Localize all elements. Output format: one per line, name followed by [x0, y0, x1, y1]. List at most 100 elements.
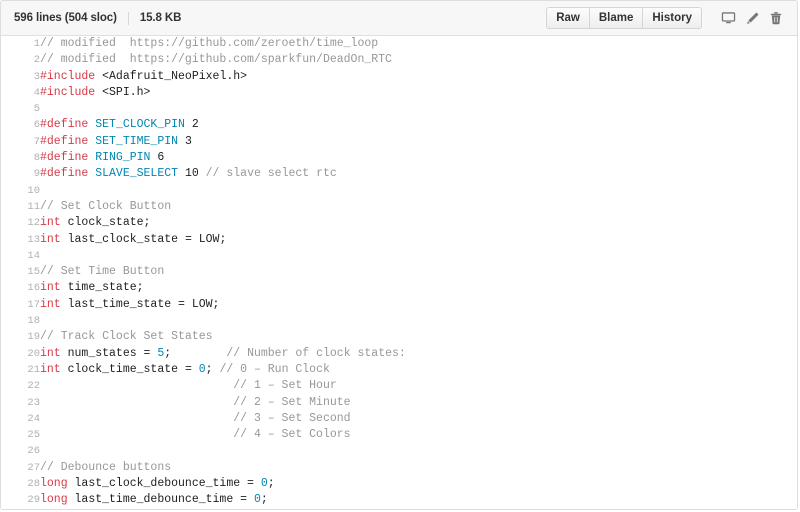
code-line-row: 27// Debounce buttons	[1, 460, 797, 476]
code-line-content	[40, 443, 797, 459]
code-line-content: int time_state;	[40, 280, 797, 296]
raw-button[interactable]: Raw	[546, 7, 589, 29]
code-token-t: 10	[178, 167, 206, 180]
pencil-icon[interactable]	[740, 7, 764, 29]
file-size-label: 15.8 KB	[140, 12, 182, 24]
code-line-content	[40, 248, 797, 264]
trash-icon[interactable]	[764, 7, 788, 29]
code-line-content: // Set Clock Button	[40, 199, 797, 215]
code-token-k: int	[40, 298, 61, 311]
code-line-row: 7#define SET_TIME_PIN 3	[1, 134, 797, 150]
line-number[interactable]: 26	[1, 443, 40, 459]
line-number[interactable]: 10	[1, 183, 40, 199]
code-token-t: last_clock_state = LOW;	[61, 233, 227, 246]
code-lines: 1// modified https://github.com/zeroeth/…	[1, 36, 797, 509]
code-token-t	[40, 428, 233, 441]
code-token-c: // Track Clock Set States	[40, 330, 213, 343]
code-token-k: #define	[40, 118, 88, 131]
code-token-c: // slave select rtc	[206, 167, 337, 180]
file-blob-container: 596 lines (504 sloc) 15.8 KB Raw Blame H…	[0, 0, 798, 510]
line-number[interactable]: 13	[1, 232, 40, 248]
line-number[interactable]: 25	[1, 427, 40, 443]
code-line-row: 8#define RING_PIN 6	[1, 150, 797, 166]
line-number[interactable]: 15	[1, 264, 40, 280]
line-number[interactable]: 9	[1, 166, 40, 182]
desktop-download-icon[interactable]	[716, 7, 740, 29]
code-token-k: #define	[40, 167, 88, 180]
code-token-k: #include	[40, 70, 95, 83]
code-line-row: 19// Track Clock Set States	[1, 329, 797, 345]
code-token-t: ;	[206, 363, 220, 376]
line-number[interactable]: 11	[1, 199, 40, 215]
code-token-k: #include	[40, 86, 95, 99]
code-token-k: long	[40, 477, 68, 490]
code-line-content	[40, 101, 797, 117]
code-line-content: // Debounce buttons	[40, 460, 797, 476]
line-number[interactable]: 6	[1, 117, 40, 133]
code-line-row: 9#define SLAVE_SELECT 10 // slave select…	[1, 166, 797, 182]
line-number[interactable]: 5	[1, 101, 40, 117]
code-token-t: time_state;	[61, 281, 144, 294]
line-number[interactable]: 23	[1, 395, 40, 411]
code-line-row: 4#include <SPI.h>	[1, 85, 797, 101]
line-number[interactable]: 20	[1, 346, 40, 362]
line-number[interactable]: 14	[1, 248, 40, 264]
blame-button[interactable]: Blame	[589, 7, 643, 29]
file-action-button-group: Raw Blame History	[546, 7, 702, 29]
code-token-k: int	[40, 281, 61, 294]
line-number[interactable]: 19	[1, 329, 40, 345]
code-token-k: int	[40, 216, 61, 229]
line-number[interactable]: 17	[1, 297, 40, 313]
code-line-content: long last_clock_debounce_time = 0;	[40, 476, 797, 492]
code-line-content: // Track Clock Set States	[40, 329, 797, 345]
line-number[interactable]: 7	[1, 134, 40, 150]
code-line-row: 29long last_time_debounce_time = 0;	[1, 492, 797, 508]
line-number[interactable]: 12	[1, 215, 40, 231]
line-number[interactable]: 1	[1, 36, 40, 52]
file-meta: 596 lines (504 sloc) 15.8 KB	[14, 12, 181, 25]
line-number[interactable]: 2	[1, 52, 40, 68]
line-number[interactable]: 24	[1, 411, 40, 427]
line-number[interactable]: 27	[1, 460, 40, 476]
code-token-k: int	[40, 233, 61, 246]
line-number[interactable]: 29	[1, 492, 40, 508]
code-line-content: // 3 – Set Second	[40, 411, 797, 427]
line-number[interactable]: 8	[1, 150, 40, 166]
line-number[interactable]: 18	[1, 313, 40, 329]
code-line-content: #include <SPI.h>	[40, 85, 797, 101]
code-line-content: #define RING_PIN 6	[40, 150, 797, 166]
line-number[interactable]: 28	[1, 476, 40, 492]
line-number[interactable]: 22	[1, 378, 40, 394]
code-line-row: 10	[1, 183, 797, 199]
code-line-row: 12int clock_state;	[1, 215, 797, 231]
code-token-n: 0	[261, 477, 268, 490]
code-line-content: // modified https://github.com/sparkfun/…	[40, 52, 797, 68]
code-line-row: 18	[1, 313, 797, 329]
code-line-row: 20int num_states = 5; // Number of clock…	[1, 346, 797, 362]
code-line-content: int num_states = 5; // Number of clock s…	[40, 346, 797, 362]
code-token-t: num_states =	[61, 347, 158, 360]
code-token-t: 3	[178, 135, 192, 148]
code-token-c: // 3 – Set Second	[233, 412, 350, 425]
code-token-t: ;	[261, 493, 268, 506]
code-line-content: #define SLAVE_SELECT 10 // slave select …	[40, 166, 797, 182]
code-token-c: // 2 – Set Minute	[233, 396, 350, 409]
line-number[interactable]: 4	[1, 85, 40, 101]
code-line-row: 25 // 4 – Set Colors	[1, 427, 797, 443]
code-viewport[interactable]: 1// modified https://github.com/zeroeth/…	[1, 36, 797, 510]
code-token-t: clock_time_state =	[61, 363, 199, 376]
code-token-t: ;	[164, 347, 226, 360]
line-number[interactable]: 21	[1, 362, 40, 378]
code-token-k: #define	[40, 135, 88, 148]
history-button[interactable]: History	[642, 7, 702, 29]
code-token-c: // modified https://github.com/sparkfun/…	[40, 53, 392, 66]
line-number[interactable]: 3	[1, 69, 40, 85]
code-line-row: 2// modified https://github.com/sparkfun…	[1, 52, 797, 68]
code-token-n: 0	[254, 493, 261, 506]
line-number[interactable]: 16	[1, 280, 40, 296]
icon-action-group	[716, 7, 788, 29]
code-line-content: // 4 – Set Colors	[40, 427, 797, 443]
code-line-content: int clock_state;	[40, 215, 797, 231]
code-line-content: #define SET_TIME_PIN 3	[40, 134, 797, 150]
code-line-content	[40, 183, 797, 199]
